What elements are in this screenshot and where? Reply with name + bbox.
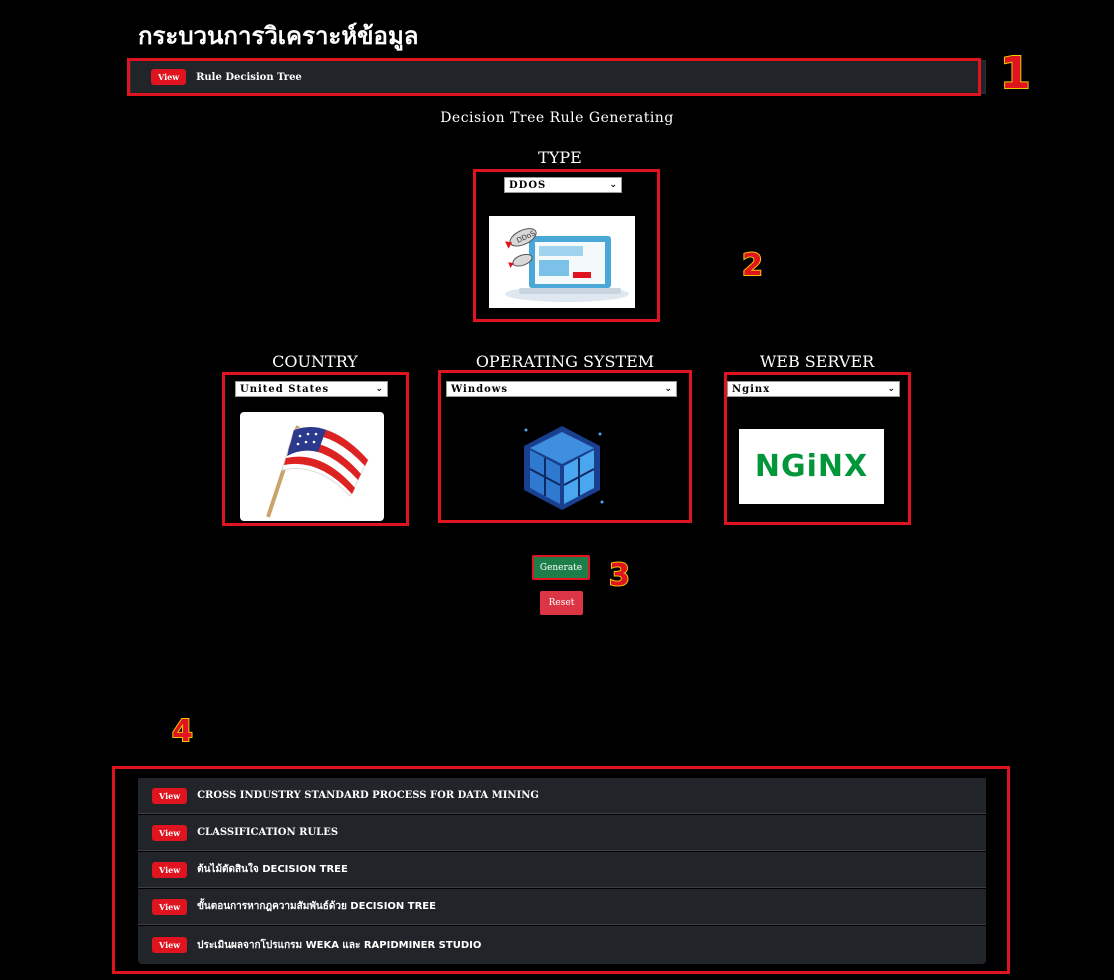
nginx-logo: NGiNX: [739, 429, 884, 504]
view-button[interactable]: View: [152, 861, 188, 878]
annotation-number-4: 4: [171, 713, 194, 750]
accordion-item-decision-tree[interactable]: View ต้นไม้ตัดสินใจ DECISION TREE: [138, 852, 986, 888]
annotation-box-1: [127, 58, 981, 96]
view-button[interactable]: View: [152, 787, 188, 804]
generate-button[interactable]: Generate: [532, 555, 590, 580]
accordion-item-evaluation[interactable]: View ประเมินผลจากโปรแกรม WEKA และ RAPIDM…: [138, 926, 986, 964]
accordion-item-label: ขั้นตอนการหากฎความสัมพันธ์ด้วย DECISION …: [197, 901, 436, 912]
accordion-item-label: CROSS INDUSTRY STANDARD PROCESS FOR DATA…: [197, 790, 539, 801]
ddos-attack-illustration: DDoS: [489, 216, 635, 308]
accordion-item-crisp-dm[interactable]: View CROSS INDUSTRY STANDARD PROCESS FOR…: [138, 778, 986, 814]
annotation-number-2: 2: [741, 247, 764, 284]
os-selected-value: Windows: [451, 383, 509, 395]
webserver-selected-value: Nginx: [732, 383, 771, 395]
os-select[interactable]: Windows ⌄: [446, 381, 677, 397]
generator-heading: Decision Tree Rule Generating: [440, 110, 674, 126]
country-label: COUNTRY: [272, 352, 358, 371]
view-button[interactable]: View: [152, 937, 188, 953]
type-selected-value: DDOS: [509, 179, 547, 191]
us-flag-illustration: [240, 412, 384, 521]
chevron-down-icon: ⌄: [375, 384, 383, 394]
accordion-item-label: ต้นไม้ตัดสินใจ DECISION TREE: [197, 864, 348, 875]
type-select[interactable]: DDOS ⌄: [504, 177, 622, 193]
accordion-item-label: ประเมินผลจากโปรแกรม WEKA และ RAPIDMINER …: [197, 939, 482, 951]
windows-cube-illustration: [516, 420, 608, 516]
view-button[interactable]: View: [152, 824, 188, 841]
chevron-down-icon: ⌄: [664, 384, 672, 394]
accordion-item-classification-rules[interactable]: View CLASSIFICATION RULES: [138, 815, 986, 851]
nginx-logo-text: NGiNX: [754, 449, 869, 484]
chevron-down-icon: ⌄: [609, 180, 617, 190]
page-title: กระบวนการวิเคราะห์ข้อมูล: [138, 22, 419, 50]
country-selected-value: United States: [240, 383, 330, 395]
country-select[interactable]: United States ⌄: [235, 381, 388, 397]
webserver-select[interactable]: Nginx ⌄: [727, 381, 900, 397]
view-button[interactable]: View: [152, 898, 188, 915]
chevron-down-icon: ⌄: [887, 384, 895, 394]
os-label: OPERATING SYSTEM: [475, 352, 655, 371]
annotation-number-3: 3: [608, 557, 631, 594]
reset-button[interactable]: Reset: [540, 591, 583, 615]
type-label: TYPE: [538, 148, 582, 167]
accordion-item-rule-steps[interactable]: View ขั้นตอนการหากฎความสัมพันธ์ด้วย DECI…: [138, 889, 986, 925]
accordion-item-label: CLASSIFICATION RULES: [197, 827, 339, 838]
annotation-number-1: 1: [999, 47, 1032, 100]
webserver-label: WEB SERVER: [759, 352, 875, 371]
